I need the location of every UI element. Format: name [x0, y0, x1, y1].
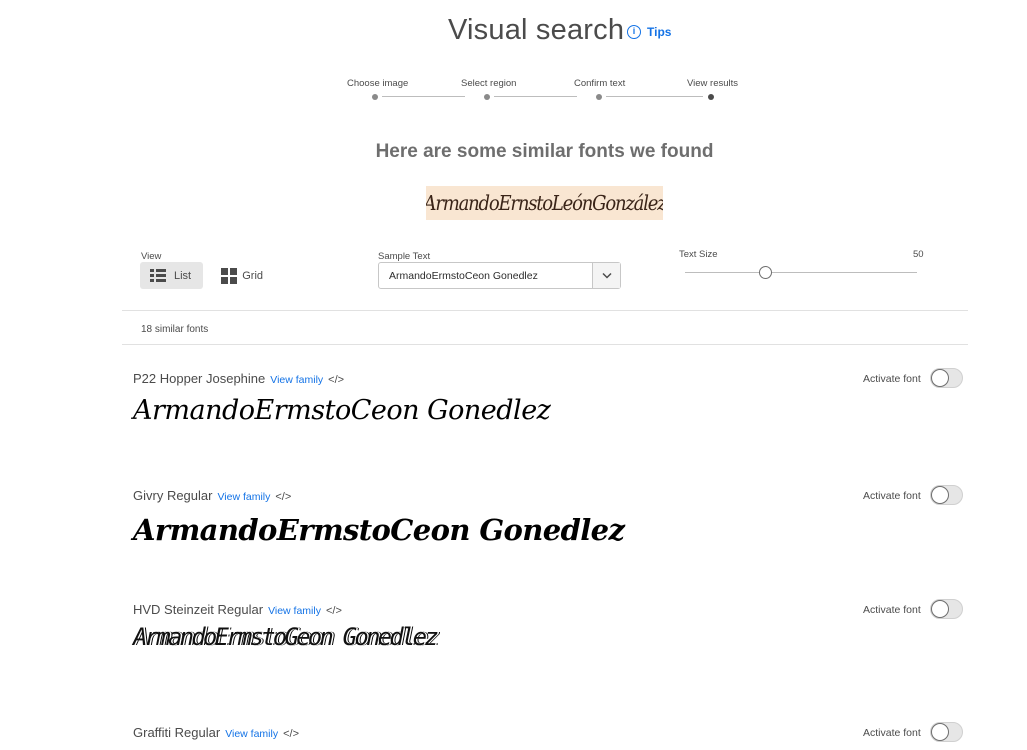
grid-icon	[221, 267, 237, 284]
grid-label: Grid	[242, 269, 263, 282]
activate-font-label: Activate font	[863, 490, 921, 502]
step-dot-choose-image	[372, 94, 378, 100]
activate-font-label: Activate font	[863, 373, 921, 385]
similar-fonts-count: 18 similar fonts	[141, 324, 209, 335]
font-name-line: P22 Hopper Josephine View family </>	[133, 371, 344, 386]
progress-stepper: Choose image Select region Confirm text …	[340, 78, 740, 104]
slider-thumb[interactable]	[759, 266, 772, 279]
step-connector	[494, 96, 577, 97]
embed-code-icon[interactable]: </>	[283, 728, 299, 740]
sample-text-dropdown-button[interactable]	[592, 263, 620, 288]
view-label: View	[141, 251, 162, 262]
view-family-link[interactable]: View family	[270, 374, 323, 386]
toggle-knob	[931, 600, 949, 618]
sample-image-crop: ArmandoErnstoLeónGonzález	[426, 186, 663, 220]
tips-link[interactable]: i Tips	[627, 25, 671, 39]
grid-view-button[interactable]: Grid	[211, 262, 273, 289]
step-label-choose-image: Choose image	[347, 78, 409, 89]
text-size-slider[interactable]	[685, 266, 917, 280]
step-label-confirm-text: Confirm text	[574, 78, 626, 89]
controls-bar: View List Grid Sample Text Text Size 50	[0, 248, 1027, 298]
toggle-knob	[931, 369, 949, 387]
step-label-select-region: Select region	[461, 78, 517, 89]
embed-code-icon[interactable]: </>	[326, 605, 342, 617]
list-label: List	[174, 269, 192, 282]
divider	[122, 344, 968, 345]
font-sample-preview: ArmandoErmstoGeon Gonedlez	[133, 623, 439, 651]
chevron-down-icon	[601, 272, 612, 279]
toggle-knob	[931, 723, 949, 741]
text-size-label: Text Size	[679, 249, 718, 260]
step-connector	[382, 96, 465, 97]
activate-font-toggle[interactable]	[930, 368, 963, 388]
font-name-line: Graffiti Regular View family </>	[133, 725, 299, 740]
text-size-value: 50	[913, 249, 924, 260]
list-view-button[interactable]: List	[140, 262, 203, 289]
font-sample-preview: ArmandoErmstoCeon Gonedlez	[133, 513, 625, 547]
activate-font-toggle[interactable]	[930, 599, 963, 619]
toggle-knob	[931, 486, 949, 504]
activate-font-label: Activate font	[863, 727, 921, 739]
activate-font-label: Activate font	[863, 604, 921, 616]
step-dot-view-results	[708, 94, 714, 100]
tips-label: Tips	[647, 25, 672, 39]
divider	[122, 310, 968, 311]
activate-font-toggle[interactable]	[930, 722, 963, 742]
font-name: HVD Steinzeit Regular	[133, 602, 264, 617]
font-sample-preview: ArmandoErmstoCeon Gonedlez	[133, 395, 551, 426]
activate-font-toggle[interactable]	[930, 485, 963, 505]
view-family-link[interactable]: View family	[225, 728, 278, 740]
step-label-view-results: View results	[687, 78, 739, 89]
step-dot-select-region	[484, 94, 490, 100]
font-name: Givry Regular	[133, 488, 213, 503]
font-name: Graffiti Regular	[133, 725, 221, 740]
list-icon	[150, 268, 166, 284]
sample-text-input[interactable]	[379, 263, 592, 288]
slider-track	[685, 272, 917, 273]
view-family-link[interactable]: View family	[268, 605, 321, 617]
font-name-line: Givry Regular View family </>	[133, 488, 291, 503]
font-name: P22 Hopper Josephine	[133, 371, 266, 386]
font-name-line: HVD Steinzeit Regular View family </>	[133, 602, 342, 617]
results-heading: Here are some similar fonts we found	[375, 141, 714, 162]
sample-text-label: Sample Text	[378, 251, 431, 262]
page-header: Visual search i Tips	[0, 14, 1027, 54]
embed-code-icon[interactable]: </>	[275, 491, 291, 503]
info-icon: i	[627, 25, 641, 39]
page-title: Visual search	[448, 14, 625, 46]
sample-text-select[interactable]	[378, 262, 621, 289]
sample-image-text: ArmandoErnstoLeónGonzález	[426, 190, 663, 216]
embed-code-icon[interactable]: </>	[328, 374, 344, 386]
step-connector	[606, 96, 703, 97]
step-dot-confirm-text	[596, 94, 602, 100]
view-family-link[interactable]: View family	[217, 491, 270, 503]
